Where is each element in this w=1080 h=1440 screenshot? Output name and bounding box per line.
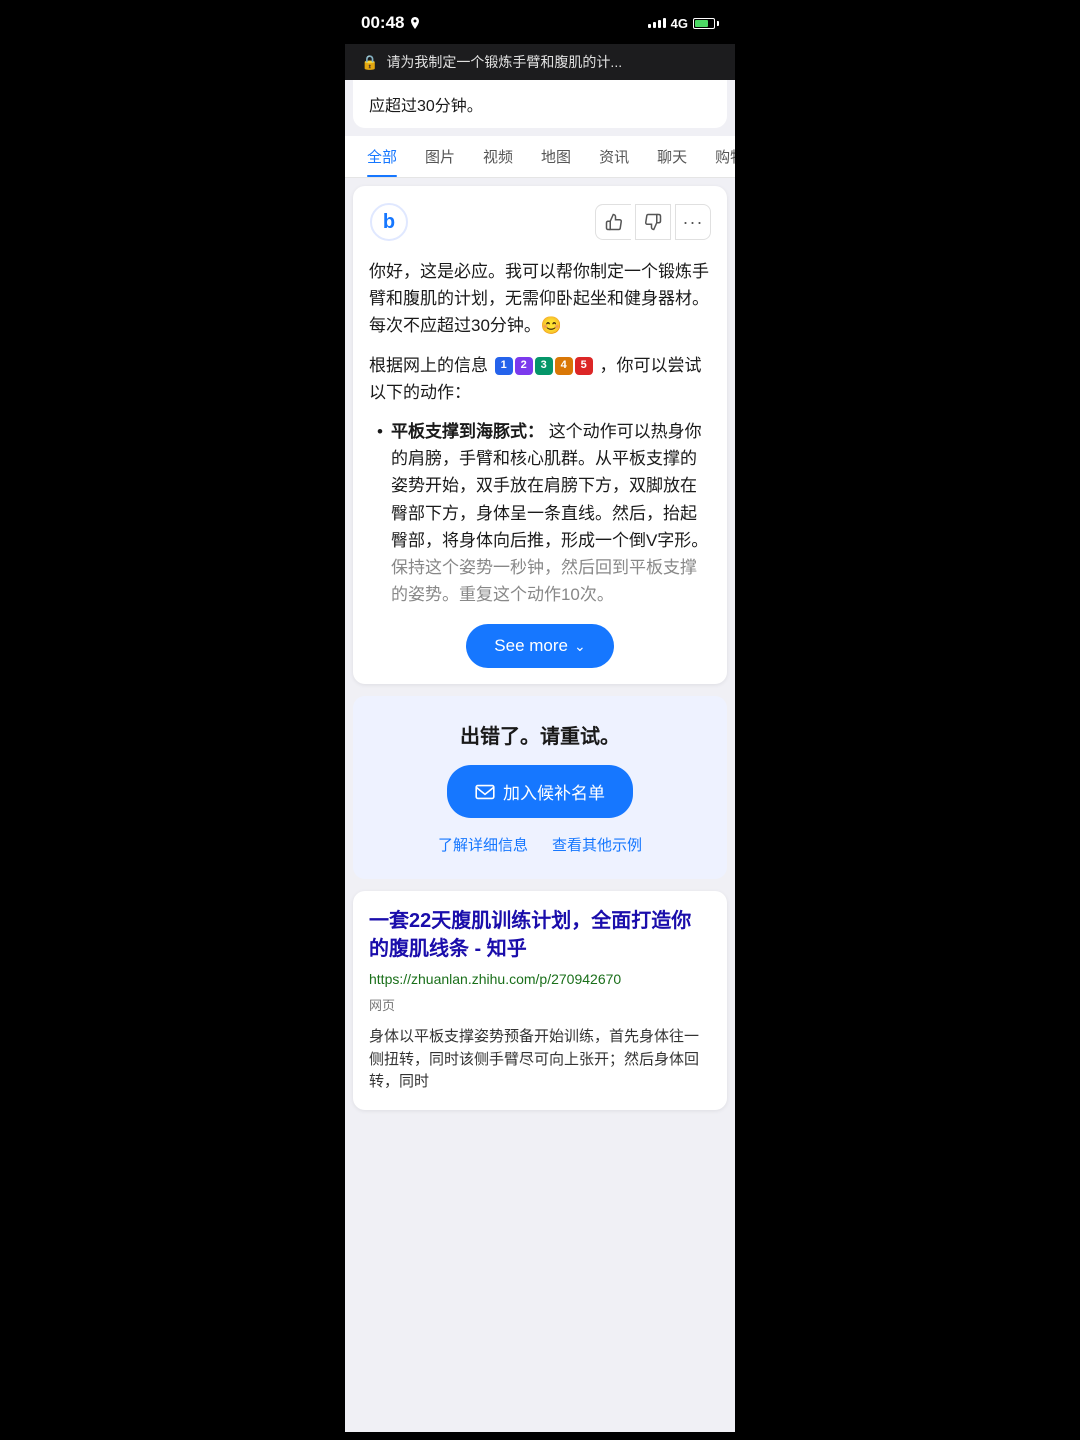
bing-logo: b — [369, 202, 409, 242]
bullet-faded: 保持这个姿势一秒钟，然后回到平板支撑的姿势。重复这个动作10次。 — [391, 558, 697, 604]
error-card: 出错了。请重试。 加入候补名单 了解详细信息 查看其他示例 — [353, 696, 727, 879]
bullet-title: 平板支撑到海豚式： — [391, 422, 544, 441]
bullet-text: 平板支撑到海豚式： 这个动作可以热身你的肩膀，手臂和核心肌群。从平板支撑的姿势开… — [391, 418, 711, 608]
intro-text: 你好，这是必应。我可以帮你制定一个锻炼手臂和腹肌的计划，无需仰卧起坐和健身器材。… — [369, 258, 711, 340]
article-card: 一套22天腹肌训练计划，全面打造你的腹肌线条 - 知乎 https://zhua… — [353, 891, 727, 1110]
status-time: 00:48 — [361, 13, 421, 33]
citation-5[interactable]: 5 — [575, 357, 593, 375]
battery-icon — [693, 18, 719, 29]
more-dots-icon: ··· — [683, 212, 704, 233]
error-title: 出错了。请重试。 — [369, 720, 711, 749]
see-examples-link[interactable]: 查看其他示例 — [552, 834, 642, 855]
article-url[interactable]: https://zhuanlan.zhihu.com/p/270942670 — [369, 971, 711, 987]
signal-icon — [648, 18, 666, 28]
tab-images[interactable]: 图片 — [411, 136, 469, 177]
thumbs-up-icon — [605, 213, 623, 231]
see-more-container: See more ⌄ — [369, 624, 711, 668]
tab-map[interactable]: 地图 — [527, 136, 585, 177]
tab-shopping[interactable]: 购物 — [701, 136, 735, 177]
main-content: 应超过30分钟。 全部 图片 视频 地图 资讯 聊天 购物 航班 b — [345, 80, 735, 1432]
search-query: 请为我制定一个锻炼手臂和腹肌的计... — [386, 52, 622, 72]
see-more-label: See more — [494, 636, 568, 656]
citation-2[interactable]: 2 — [515, 357, 533, 375]
tab-chat[interactable]: 聊天 — [643, 136, 701, 177]
top-partial-card: 应超过30分钟。 — [353, 80, 727, 128]
bing-answer-card: b ··· — [353, 186, 727, 684]
info-text: 根据网上的信息 1 2 3 4 5 ，你可以尝试以下的动作： — [369, 352, 711, 406]
tab-news[interactable]: 资讯 — [585, 136, 643, 177]
bullet-dot: • — [377, 418, 383, 608]
waitlist-button[interactable]: 加入候补名单 — [447, 765, 633, 818]
bullet-desc: 这个动作可以热身你的肩膀，手臂和核心肌群。从平板支撑的姿势开始，双手放在肩膀下方… — [391, 422, 708, 550]
citation-3[interactable]: 3 — [535, 357, 553, 375]
card-body: 你好，这是必应。我可以帮你制定一个锻炼手臂和腹肌的计划，无需仰卧起坐和健身器材。… — [369, 258, 711, 608]
svg-text:b: b — [383, 211, 395, 233]
see-more-button[interactable]: See more ⌄ — [466, 624, 613, 668]
network-type: 4G — [671, 16, 688, 31]
article-meta-row: 网页 — [369, 995, 711, 1020]
thumbs-down-button[interactable] — [635, 204, 671, 240]
tab-video[interactable]: 视频 — [469, 136, 527, 177]
article-title[interactable]: 一套22天腹肌训练计划，全面打造你的腹肌线条 - 知乎 — [369, 907, 711, 963]
chevron-down-icon: ⌄ — [574, 638, 586, 655]
info-prefix: 根据网上的信息 — [369, 356, 488, 375]
tab-all[interactable]: 全部 — [353, 136, 411, 177]
bullet-item-1: • 平板支撑到海豚式： 这个动作可以热身你的肩膀，手臂和核心肌群。从平板支撑的姿… — [377, 418, 711, 608]
thumbs-up-button[interactable] — [595, 204, 631, 240]
thumbs-down-icon — [644, 213, 662, 231]
status-icons: 4G — [648, 16, 719, 31]
top-partial-text: 应超过30分钟。 — [369, 98, 483, 115]
status-bar: 00:48 4G — [345, 0, 735, 44]
citation-1[interactable]: 1 — [495, 357, 513, 375]
email-icon — [475, 784, 495, 800]
bullet-list: • 平板支撑到海豚式： 这个动作可以热身你的肩膀，手臂和核心肌群。从平板支撑的姿… — [377, 418, 711, 608]
citations: 1 2 3 4 5 — [495, 357, 593, 375]
citation-4[interactable]: 4 — [555, 357, 573, 375]
waitlist-label: 加入候补名单 — [503, 779, 605, 804]
card-actions: ··· — [595, 204, 711, 240]
article-type: 网页 — [369, 995, 395, 1014]
lock-icon: 🔒 — [361, 54, 378, 71]
learn-more-link[interactable]: 了解详细信息 — [438, 834, 528, 855]
card-header: b ··· — [369, 202, 711, 242]
tab-bar: 全部 图片 视频 地图 资讯 聊天 购物 航班 — [345, 136, 735, 178]
search-bar[interactable]: 🔒 请为我制定一个锻炼手臂和腹肌的计... — [345, 44, 735, 80]
article-snippet: 身体以平板支撑姿势预备开始训练，首先身体往一侧扭转，同时该侧手臂尽可向上张开；然… — [369, 1026, 711, 1094]
error-links: 了解详细信息 查看其他示例 — [369, 834, 711, 855]
location-icon — [409, 17, 421, 29]
more-options-button[interactable]: ··· — [675, 204, 711, 240]
